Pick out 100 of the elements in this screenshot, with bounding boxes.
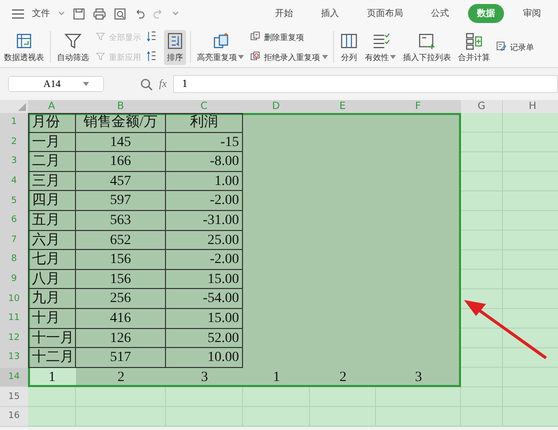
row-header[interactable]: 12 (0, 328, 28, 348)
table-cell-text: 2 (116, 368, 126, 387)
preview-icon[interactable] (114, 8, 126, 20)
ribbon-button[interactable]: 插入下拉列表 (401, 30, 453, 64)
zoom-icon[interactable] (140, 78, 153, 90)
ribbon-tab[interactable]: 数据 (468, 4, 504, 23)
column-header[interactable]: B (76, 100, 166, 113)
table-cell: 月份 (28, 113, 76, 133)
row-header[interactable]: 7 (0, 230, 28, 250)
ribbon-button[interactable]: 数据透视表 (2, 30, 46, 64)
table-cell: 457 (76, 172, 166, 192)
row-header[interactable]: 14 (0, 368, 28, 388)
print-icon[interactable] (93, 8, 106, 20)
pivot-table-icon (15, 32, 33, 50)
name-box[interactable]: A14 (8, 76, 104, 92)
column-header[interactable]: D (243, 100, 310, 113)
table-cell: 十月 (28, 308, 76, 329)
caret-icon[interactable] (82, 82, 89, 86)
row-header[interactable]: 5 (0, 191, 28, 211)
ribbon-button[interactable]: 自动筛选 (55, 30, 91, 64)
row-header[interactable]: 13 (0, 348, 28, 368)
columns-icon (340, 32, 358, 50)
ribbon-tab[interactable]: 公式 (422, 4, 458, 23)
undo-icon[interactable] (134, 8, 145, 18)
table-cell: 六月 (28, 230, 76, 250)
ribbon-tab[interactable]: 开始 (266, 4, 302, 23)
save-icon[interactable] (73, 8, 85, 20)
row-header[interactable]: 15 (0, 387, 28, 407)
ribbon-button[interactable]: 有效性 (363, 30, 398, 64)
column-header[interactable]: E (310, 100, 376, 113)
column-header[interactable]: A (28, 100, 76, 113)
filter-icon (64, 32, 82, 50)
table-cell-text: 2 (338, 368, 348, 387)
row-header[interactable]: 3 (0, 152, 28, 172)
table-cell: 126 (76, 328, 166, 348)
table-cell: 156 (76, 270, 166, 290)
row-header[interactable]: 11 (0, 308, 28, 329)
column-header[interactable]: G (461, 100, 503, 113)
row-header[interactable]: 1 (0, 113, 28, 133)
caret-icon[interactable] (58, 11, 65, 16)
table-cell: 145 (76, 132, 166, 152)
caret-icon[interactable] (172, 11, 179, 16)
row-header[interactable]: 2 (0, 132, 28, 152)
table-cell: 九月 (28, 289, 76, 309)
row-header[interactable]: 16 (0, 406, 28, 426)
table-cell: 五月 (28, 210, 76, 231)
form-icon (496, 41, 508, 53)
table-cell: 166 (76, 152, 166, 172)
table-cell: 七月 (28, 250, 76, 270)
filter-icon (95, 51, 107, 63)
table-cell: 10.00 (166, 348, 243, 368)
table-cell-text: 3 (414, 368, 423, 387)
table-cell: 652 (76, 230, 166, 250)
checklist-icon (372, 32, 390, 50)
caret-icon (238, 55, 244, 59)
table-cell: -2.00 (166, 191, 243, 211)
add-list-icon (418, 32, 436, 50)
column-header[interactable]: F (376, 100, 461, 113)
row-header[interactable]: 8 (0, 250, 28, 270)
caret-icon (390, 55, 396, 59)
table-cell: 1.00 (166, 172, 243, 192)
table-cell: 十一月 (28, 328, 76, 348)
formula-field[interactable]: 1 (172, 75, 558, 93)
row-header[interactable]: 4 (0, 172, 28, 192)
column-header[interactable]: C (166, 100, 243, 113)
stacked-pages-icon (250, 31, 262, 43)
table-cell: 利润 (166, 113, 243, 133)
row-header[interactable]: 10 (0, 289, 28, 309)
table-cell: -31.00 (166, 210, 243, 231)
table-cell: -2.00 (166, 250, 243, 270)
stacked-pages-icon (212, 32, 230, 50)
ribbon-button[interactable]: 排序 (164, 30, 186, 64)
function-button[interactable]: fx (159, 78, 167, 90)
menu-icon[interactable] (12, 8, 24, 18)
table-cell: 156 (76, 250, 166, 270)
table-cell: 八月 (28, 270, 76, 290)
table-cell-text: 1 (272, 368, 281, 387)
ribbon-button[interactable]: 删除重复项 (249, 30, 329, 44)
ribbon-button[interactable]: 拒绝录入重复项 (249, 50, 329, 64)
row-header[interactable]: 6 (0, 210, 28, 231)
filter-icon (95, 31, 107, 43)
caret-icon (322, 55, 328, 59)
ribbon-tab[interactable]: 审阅 (514, 4, 550, 23)
table-cell: 416 (76, 308, 166, 329)
table-cell: 52.00 (166, 328, 243, 348)
table-cell: 256 (76, 289, 166, 309)
table-cell: -15 (166, 132, 243, 152)
ribbon-tab[interactable]: 页面布局 (358, 4, 412, 23)
ribbon-button[interactable]: 高亮重复项 (195, 30, 246, 64)
ribbon-tab[interactable]: 插入 (312, 4, 348, 23)
table-cell: 销售金额/万 (76, 113, 166, 133)
column-header[interactable]: H (503, 100, 558, 113)
file-menu[interactable]: 文件 (32, 7, 50, 20)
sort-icon (166, 32, 184, 50)
table-cell: 517 (76, 348, 166, 368)
ribbon-button[interactable]: 记录单 (495, 40, 535, 54)
ribbon-button[interactable]: 合并计算 (456, 30, 492, 64)
ribbon-button[interactable]: 分列 (338, 30, 360, 64)
table-cell: 15.00 (166, 270, 243, 290)
row-header[interactable]: 9 (0, 270, 28, 290)
